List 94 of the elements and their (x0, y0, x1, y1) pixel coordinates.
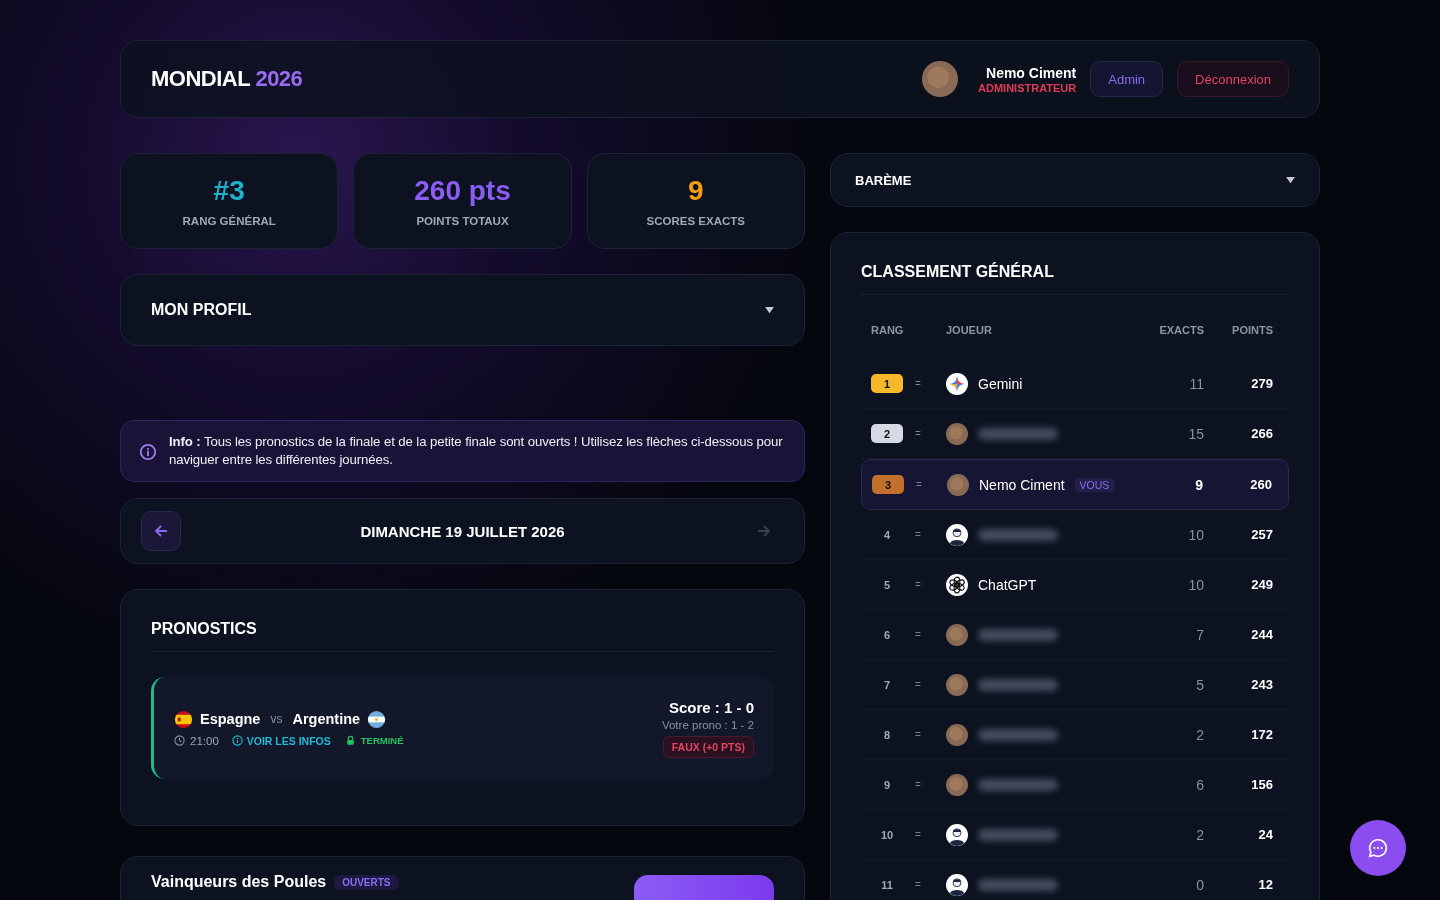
user-name: Nemo Ciment (985, 64, 1077, 81)
exact-count: 2 (1195, 726, 1204, 743)
player-name: ChatGPT (978, 576, 1037, 593)
logo-text: MONDIAL 2026 (151, 66, 303, 92)
stat-value: #3 (213, 175, 245, 207)
rank-number: 5 (882, 578, 892, 591)
column-header: EXACTS (1158, 324, 1204, 336)
flag-icon (367, 709, 387, 729)
panel-title: BARÈME (855, 172, 912, 188)
points-value: 260 (1249, 477, 1273, 492)
you-badge: VOUS (1074, 477, 1115, 492)
trend-indicator: = (915, 579, 921, 590)
scale-panel[interactable]: BARÈME (830, 153, 1320, 207)
stat-label: SCORES EXACTS (646, 215, 746, 227)
points-value: 24 (1257, 827, 1274, 842)
trend-indicator: = (915, 428, 921, 439)
points-value: 12 (1257, 877, 1274, 892)
trend-indicator: = (915, 729, 921, 740)
stat-value: 9 (688, 175, 704, 207)
match-info-link[interactable]: VOIR LES INFOS (231, 734, 331, 747)
exact-count: 9 (1194, 476, 1203, 493)
trend-indicator: = (915, 679, 921, 690)
exact-count: 2 (1195, 826, 1204, 843)
points-value: 156 (1250, 777, 1274, 792)
trend-indicator: = (916, 479, 922, 490)
column-header: RANG (870, 324, 905, 336)
rank-number: 10 (879, 828, 895, 841)
team-name: Argentine (292, 711, 361, 727)
rank-badge: 2 (871, 424, 903, 443)
section-title: Vainqueurs des Poules (151, 873, 327, 891)
rank-number: 7 (882, 678, 892, 691)
day-title: DIMANCHE 19 JUILLET 2026 (360, 522, 565, 540)
info-icon (139, 443, 157, 461)
exact-count: 5 (1195, 676, 1204, 693)
panel-title: MON PROFIL (151, 301, 252, 319)
exact-count: 10 (1187, 526, 1204, 543)
stat-value: 260 pts (414, 175, 511, 207)
player-name: Nemo Ciment (979, 476, 1065, 493)
exact-count: 11 (1188, 375, 1204, 392)
versus-label: vs (270, 712, 283, 726)
rank-number: 4 (882, 528, 892, 541)
points-value: 279 (1250, 376, 1274, 391)
exact-count: 7 (1195, 626, 1204, 643)
team-name: Espagne (200, 711, 261, 727)
profile-panel[interactable]: MON PROFIL (120, 274, 805, 346)
match-score: Score : 1 - 0 (668, 698, 754, 716)
column-header: JOUEUR (946, 324, 993, 336)
rank-number: 9 (882, 778, 892, 791)
exact-count: 0 (1195, 876, 1204, 893)
points-value: 266 (1250, 426, 1274, 441)
points-value: 257 (1250, 527, 1274, 542)
points-value: 172 (1250, 727, 1274, 742)
exact-count: 10 (1187, 576, 1204, 593)
column-header: POINTS (1231, 324, 1274, 336)
stat-label: POINTS TOTAUX (416, 215, 509, 227)
rank-badge: 1 (871, 374, 903, 393)
trend-indicator: = (915, 378, 921, 389)
info-icon (231, 735, 243, 746)
arrow-right-icon (756, 523, 772, 539)
avatar-icon (922, 61, 959, 97)
admin-button[interactable]: Admin (1090, 61, 1164, 97)
trend-indicator: = (915, 829, 921, 840)
points-value: 243 (1250, 677, 1274, 692)
rank-number: 6 (882, 628, 892, 641)
info-text: Info : Tous les pronostics de la finale et de la petite finale sont ouverts ! Utilisez les flèches ci-dessous pour naviguer entre les différentes journées. (169, 433, 784, 469)
arrow-left-icon (153, 523, 169, 539)
rank-number: 8 (882, 728, 892, 741)
exact-count: 15 (1187, 425, 1204, 442)
trend-indicator: = (915, 529, 921, 540)
chat-icon (1367, 837, 1389, 859)
match-status: TERMINÉ (360, 735, 404, 746)
trend-indicator: = (915, 779, 921, 790)
previous-day-button[interactable] (141, 511, 181, 551)
stat-label: RANG GÉNÉRAL (182, 215, 276, 227)
flag-icon (174, 709, 193, 729)
user-role: ADMINISTRATEUR (978, 81, 1077, 94)
trend-indicator: = (915, 629, 921, 640)
lock-icon (344, 735, 356, 746)
prediction-text: Votre prono : 1 - 2 (661, 718, 754, 731)
rank-badge: 3 (872, 475, 904, 494)
result-badge: FAUX (+0 PTS) (662, 735, 754, 758)
logout-button[interactable]: Déconnexion (1177, 61, 1289, 97)
player-name: Gemini (978, 375, 1023, 392)
rank-number: 11 (880, 878, 894, 891)
status-badge: OUVERTS (334, 874, 399, 890)
section-title: PRONOSTICS (151, 620, 774, 652)
clock-icon (174, 735, 185, 746)
points-value: 249 (1250, 577, 1274, 592)
chat-button[interactable] (1350, 820, 1406, 876)
trend-indicator: = (915, 879, 921, 890)
section-title: CLASSEMENT GÉNÉRAL (861, 263, 1289, 295)
exact-count: 6 (1195, 776, 1204, 793)
match-time: 21:00 (190, 734, 219, 747)
points-value: 244 (1250, 627, 1274, 642)
